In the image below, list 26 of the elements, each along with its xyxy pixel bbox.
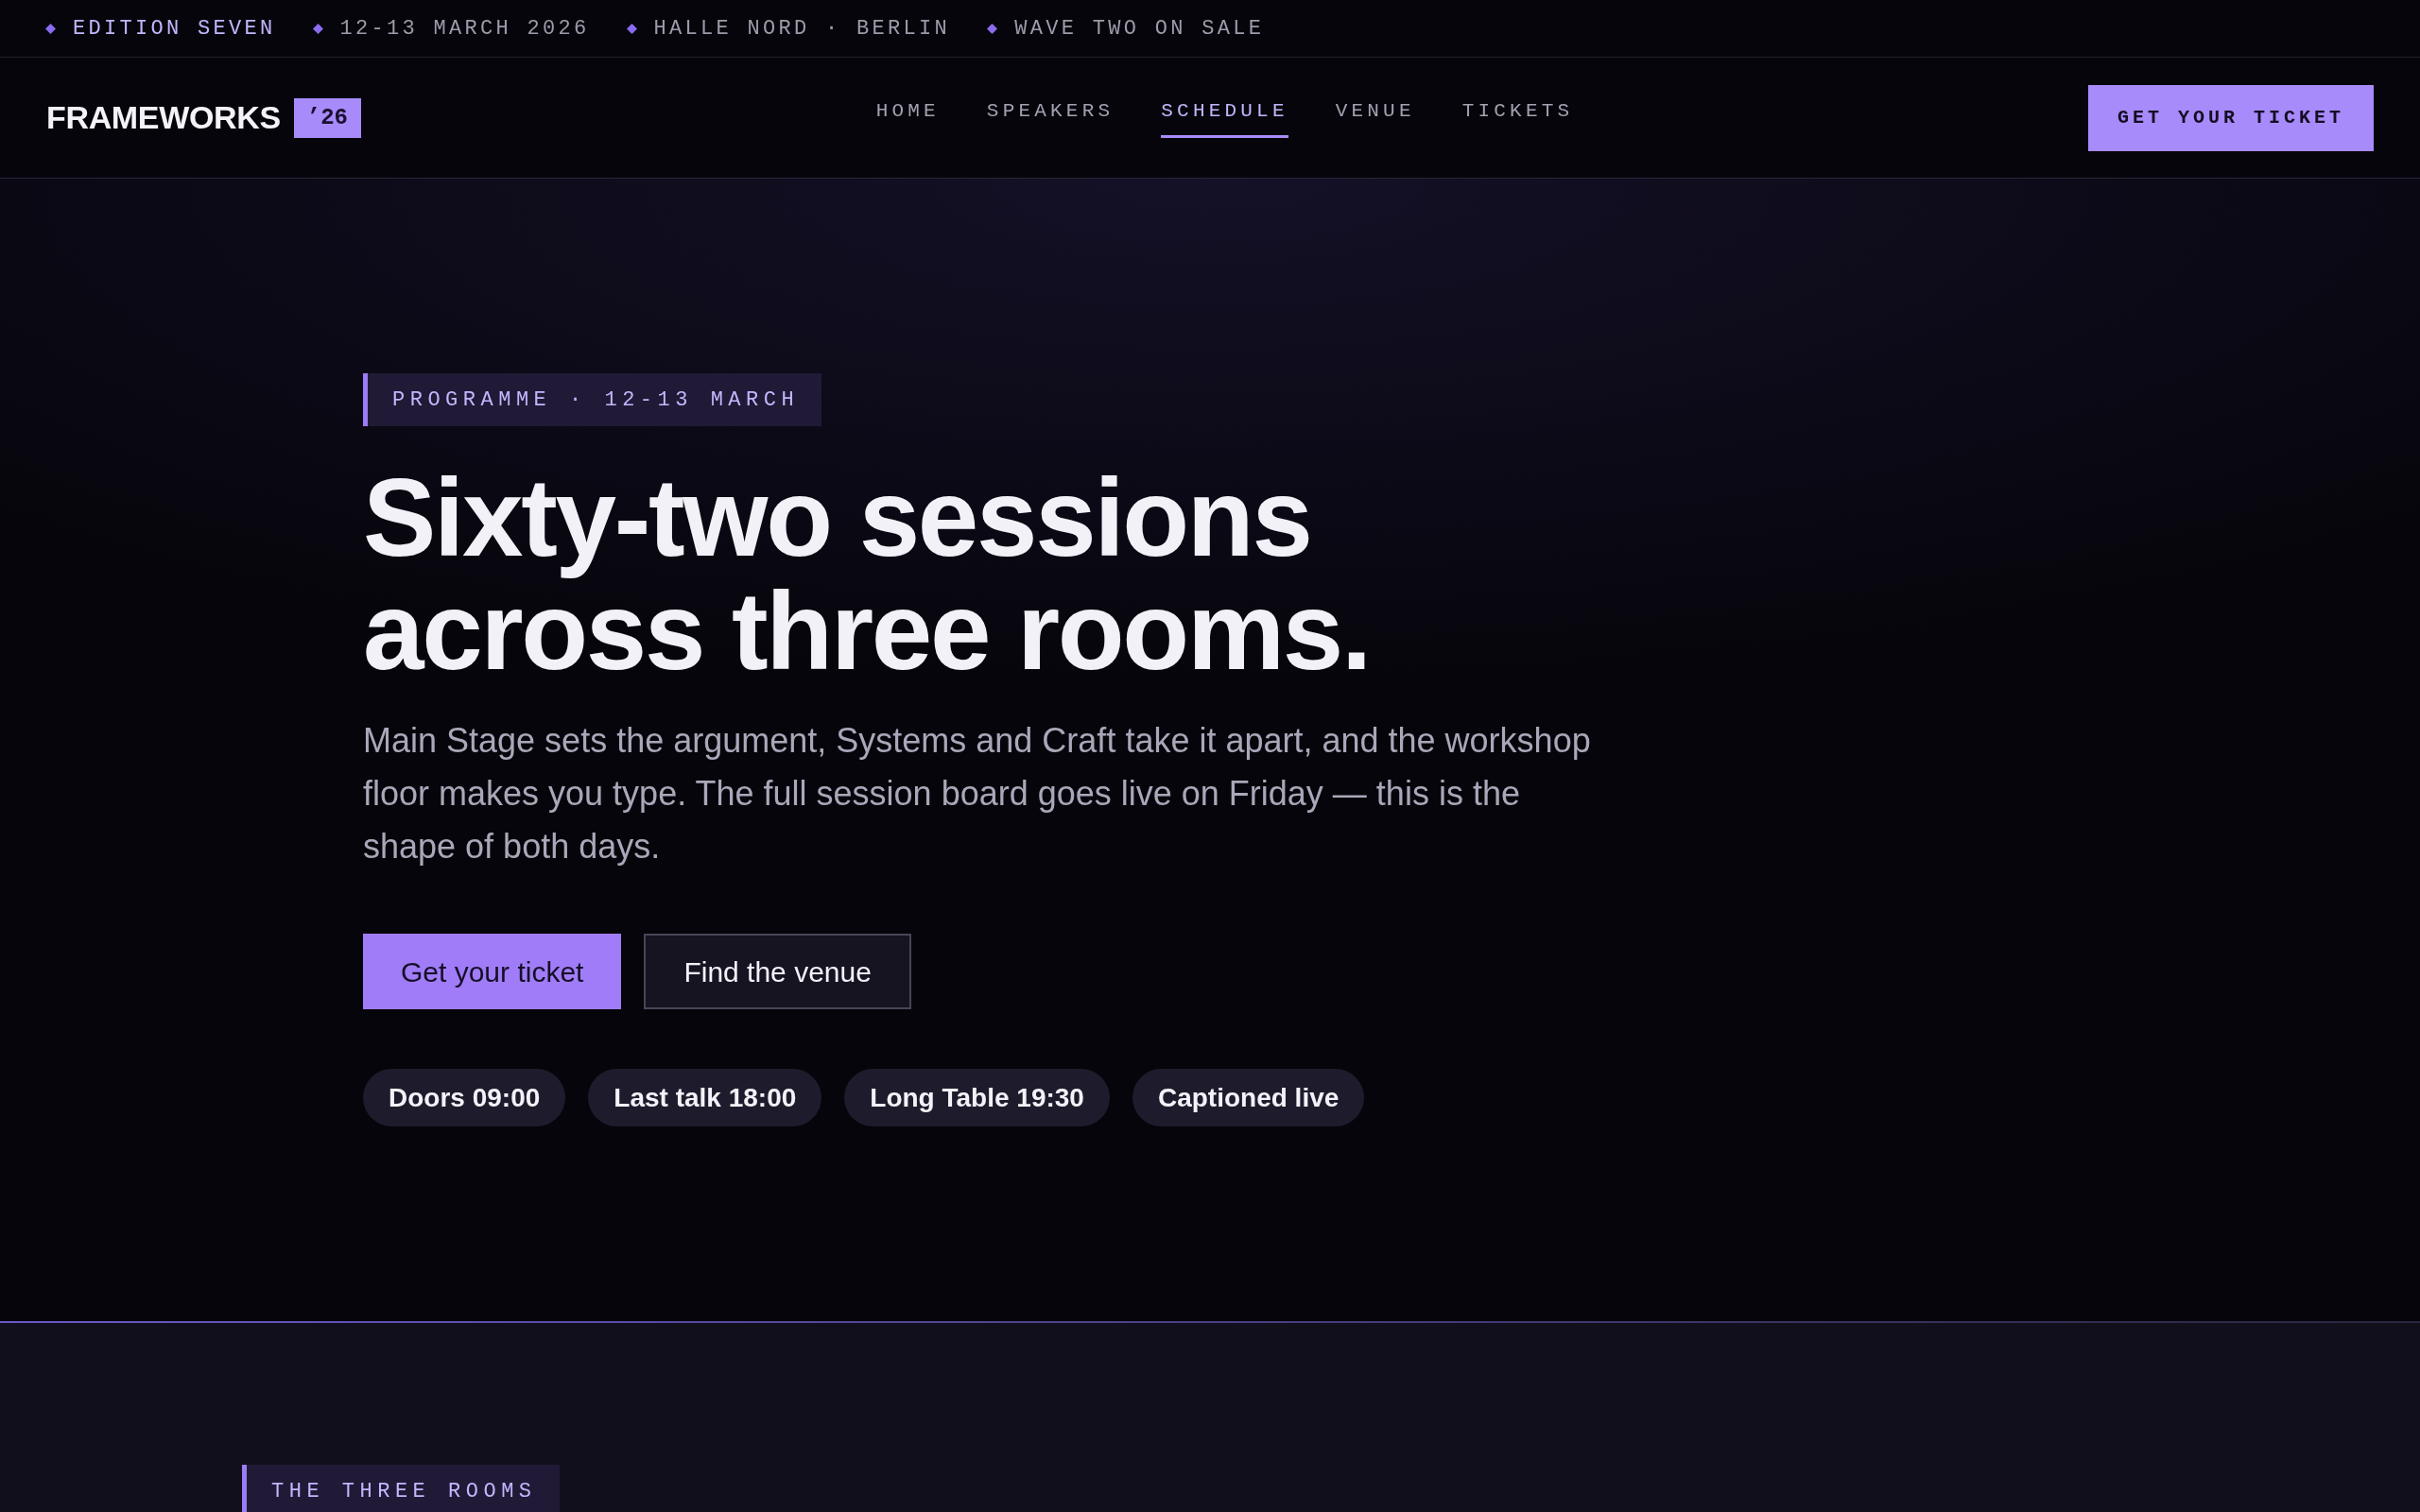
nav-link[interactable]: HOME	[875, 97, 940, 138]
get-ticket-button[interactable]: GET YOUR TICKET	[2087, 84, 2374, 151]
secondary-button[interactable]: Find the venue	[644, 934, 911, 1009]
hero-description: Main Stage sets the argument, Systems and Craft take it apart, and the workshop floor makes you type. The full session board goes live on Friday — this is the shape of both days.	[363, 720, 1592, 868]
logo-wordmark[interactable]: FRAMEWORKS	[46, 94, 281, 142]
edition-badge: ’26	[293, 97, 362, 138]
section-eyebrow-tag: THE THREE ROOMS	[242, 1465, 560, 1512]
announcement-text: HALLE NORD · BERLIN	[653, 15, 951, 43]
primary-button[interactable]: Get your ticket	[363, 934, 622, 1009]
diamond-icon	[45, 23, 56, 34]
fact-pill: Last talk 18:00	[588, 1069, 822, 1126]
section-eyebrow-tag: PROGRAMME · 12-13 MARCH	[363, 373, 822, 426]
fact-pill: Captioned live	[1132, 1069, 1365, 1126]
nav-link[interactable]: TICKETS	[1461, 97, 1574, 138]
nav-link[interactable]: VENUE	[1335, 97, 1415, 138]
diamond-icon	[312, 23, 323, 34]
announcement-text: WAVE TWO ON SALE	[1014, 15, 1265, 43]
announcement-text: EDITION SEVEN	[73, 15, 276, 43]
hero-heading: Sixty-two sessions across three rooms.	[363, 461, 1371, 688]
nav-link[interactable]: SPEAKERS	[986, 97, 1115, 138]
announcement-text: 12-13 MARCH 2026	[339, 15, 590, 43]
fact-pill: Long Table 19:30	[844, 1069, 1110, 1126]
nav-link[interactable]: SCHEDULE	[1161, 97, 1288, 138]
fact-pill: Doors 09:00	[363, 1069, 566, 1126]
diamond-icon	[626, 23, 637, 34]
diamond-icon	[987, 23, 998, 34]
